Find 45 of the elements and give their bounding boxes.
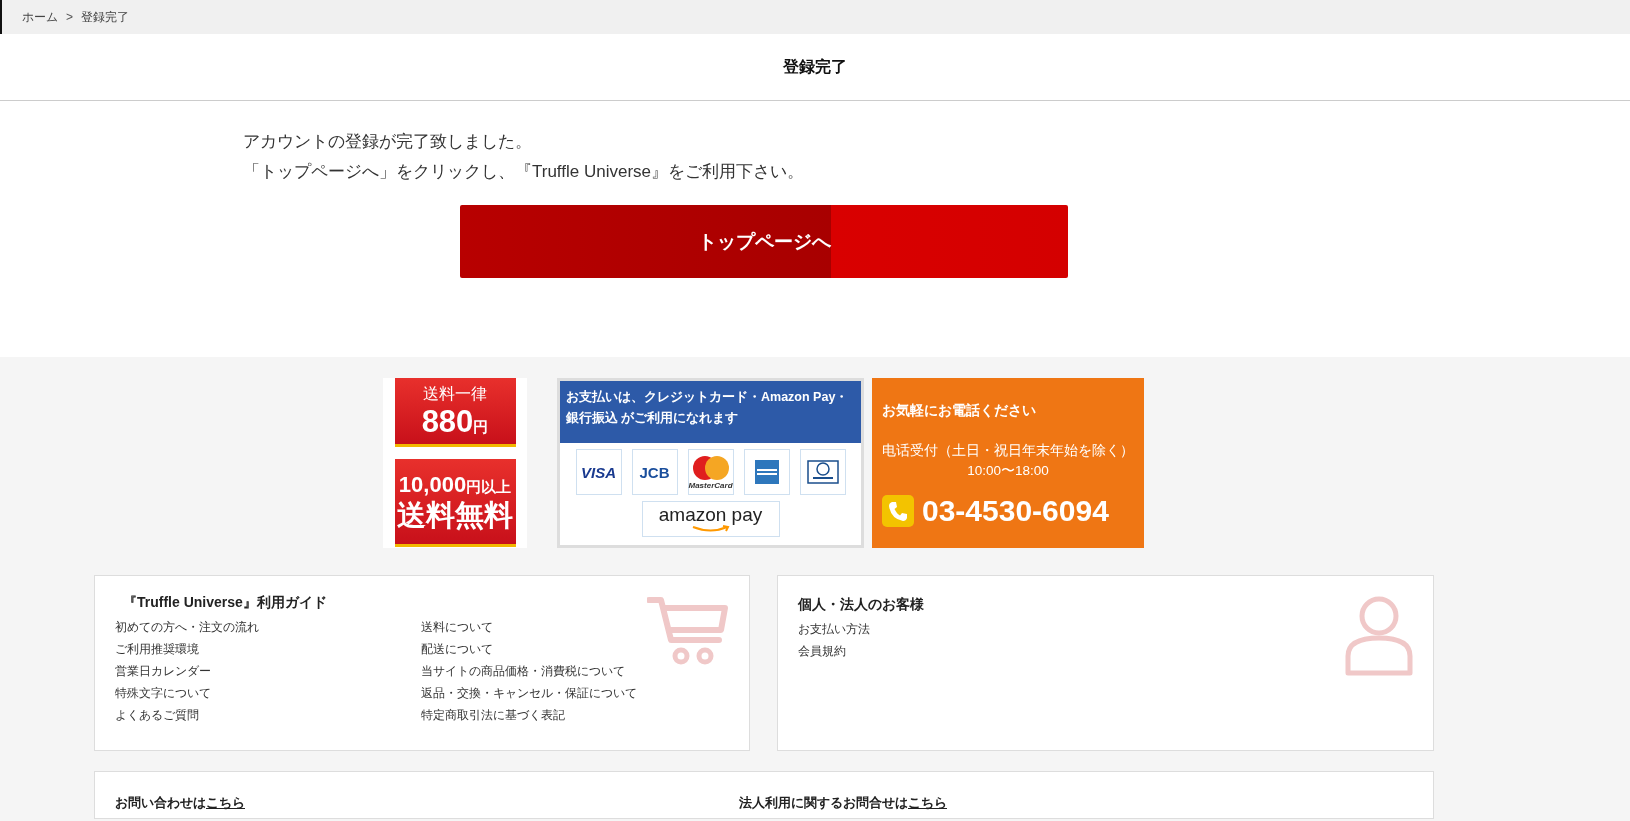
- top-page-button[interactable]: トップページへ: [460, 205, 1068, 278]
- mastercard-logo: MasterCard: [687, 449, 734, 495]
- amazon-pay-logo: amazon pay: [641, 501, 780, 537]
- breadcrumb-link[interactable]: ホーム: [22, 8, 58, 26]
- guide-link[interactable]: 特殊文字について: [115, 682, 421, 704]
- phone-number: 03-4530-6094: [922, 494, 1109, 528]
- person-icon: [1345, 596, 1413, 676]
- card-logo-icon: [743, 449, 790, 495]
- message-text: 「トップページへ」をクリックし、『Truffle Universe』をご利用下さい。: [243, 161, 806, 183]
- phone-title: お気軽にお電話ください: [882, 402, 1037, 420]
- shipping-label: 送料一律: [423, 383, 487, 404]
- guide-link[interactable]: 当サイトの商品価格・消費税について: [421, 660, 729, 682]
- customer-title: 個人・法人のお客様: [798, 596, 925, 614]
- guide-link[interactable]: ご利用推奨環境: [115, 638, 421, 660]
- guide-link[interactable]: 返品・交換・キャンセル・保証について: [421, 682, 729, 704]
- phone-hours-label: 电话受付（土日・祝日年末年始を除く）: [882, 442, 1134, 460]
- cart-icon: [647, 594, 729, 666]
- phone-hours: 10:00〜18:00: [966, 462, 1050, 480]
- guide-link[interactable]: 営業日カレンダー: [115, 660, 421, 682]
- free-shipping-amount: 10,000: [398, 471, 467, 498]
- contact-text: 法人利用に関するお問合せは: [739, 795, 908, 810]
- contact-link[interactable]: こちら: [206, 795, 245, 810]
- contact-text: お問い合わせは: [115, 795, 206, 810]
- visa-logo: VISA: [575, 449, 622, 495]
- guide-link[interactable]: 配送について: [421, 638, 729, 660]
- phone-icon: [882, 495, 914, 527]
- guide-link[interactable]: 送料について: [421, 616, 729, 638]
- customer-link[interactable]: お支払い方法: [798, 618, 1413, 640]
- free-shipping-label: 送料無料: [397, 497, 513, 532]
- guide-link[interactable]: 特定商取引法に基づく表記: [421, 704, 729, 726]
- price-unit: 円: [473, 417, 489, 437]
- card-logo-icon: [799, 449, 846, 495]
- customer-link[interactable]: 会員規約: [798, 640, 1413, 662]
- breadcrumb-separator: >: [66, 10, 73, 24]
- contact-link[interactable]: こちら: [908, 795, 947, 810]
- jcb-logo: JCB: [631, 449, 678, 495]
- breadcrumb-link[interactable]: 登録完了: [81, 8, 129, 26]
- page-title: 登録完了: [783, 56, 847, 77]
- payment-title: お支払いは、クレジットカード・Amazon Pay・ 銀行振込 がご利用になれます: [560, 381, 861, 443]
- guide-title: 『Truffle Universe』利用ガイド: [123, 594, 328, 612]
- amount-suffix: 円以上: [466, 477, 512, 495]
- shipping-price: 880: [421, 404, 474, 439]
- guide-link[interactable]: 初めての方へ・注文の流れ: [115, 616, 421, 638]
- message-text: アカウントの登録が完了致しました。: [243, 131, 533, 153]
- guide-link[interactable]: よくあるご質問: [115, 704, 421, 726]
